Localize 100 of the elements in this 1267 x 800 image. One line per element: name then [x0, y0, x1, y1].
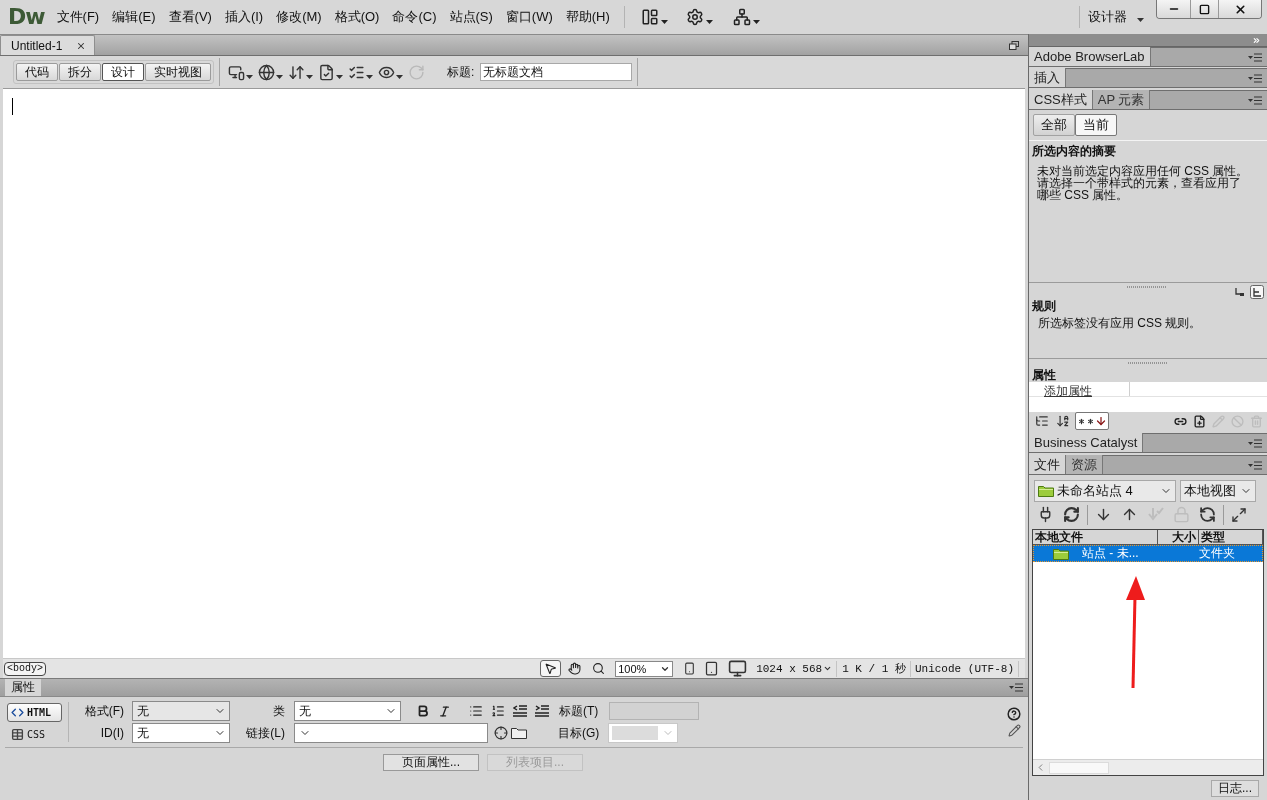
log-button[interactable]: 日志...: [1211, 779, 1259, 797]
menu-item[interactable]: 编辑(E): [112, 7, 156, 27]
up-down-arrows-icon[interactable]: [288, 63, 313, 81]
panel-menu-icon[interactable]: [1248, 460, 1262, 470]
sitemap-menu-icon[interactable]: [732, 8, 760, 26]
summary-text: 未对当前选定内容应用任何 CSS 属性。请选择一个带样式的元素，查看应用了哪些 CSS 属性。: [1037, 165, 1250, 201]
panel-menu-icon[interactable]: [1248, 52, 1262, 62]
menu-item[interactable]: 文件(F): [56, 7, 100, 27]
folder-icon[interactable]: [511, 727, 527, 739]
title-input[interactable]: 无标题文档: [480, 63, 633, 81]
panel-button[interactable]: 页面属性...: [383, 754, 479, 771]
panel-menu-icon[interactable]: [1248, 73, 1262, 83]
mode-toggle[interactable]: 当前: [1075, 114, 1117, 136]
folder-icon: [1053, 547, 1069, 560]
menu-item[interactable]: 命令(C): [392, 7, 437, 27]
panel-tab[interactable]: AP 元素: [1092, 90, 1151, 109]
expand-icon[interactable]: [1231, 506, 1247, 523]
folder-icon: [1038, 485, 1054, 497]
view-button[interactable]: 代码: [16, 63, 58, 81]
close-button[interactable]: [1219, 0, 1261, 18]
tablet-icon[interactable]: [704, 661, 720, 676]
panel-tab[interactable]: 属性: [5, 679, 41, 696]
add-property-link[interactable]: 添加属性: [1044, 384, 1092, 398]
column-header[interactable]: 大小: [1158, 530, 1199, 544]
mode-button[interactable]: HTML: [7, 703, 62, 722]
panel-menu-icon[interactable]: [1248, 95, 1262, 105]
menu-item[interactable]: 插入(I): [224, 7, 264, 27]
class-select[interactable]: 无: [294, 701, 401, 721]
panel-tab[interactable]: 文件: [1029, 455, 1066, 474]
panel-group-tab[interactable]: 插入: [1029, 68, 1066, 87]
menu-item[interactable]: 站点(S): [449, 7, 493, 27]
refresh-icon[interactable]: [1063, 506, 1080, 523]
panel-group-tab[interactable]: Adobe BrowserLab: [1029, 47, 1151, 66]
horizontal-scrollbar[interactable]: [1033, 759, 1263, 775]
panel-menu-icon[interactable]: [1009, 683, 1023, 692]
outdent-icon[interactable]: [513, 705, 527, 717]
menu-item[interactable]: 修改(M): [276, 7, 322, 27]
double-arrow-icon[interactable]: [1252, 35, 1261, 45]
new-file-icon[interactable]: [1193, 414, 1206, 428]
code-icon: [11, 706, 24, 719]
scrollbar-thumb[interactable]: [1049, 761, 1109, 774]
close-icon: [1233, 2, 1247, 16]
numbered-list-icon[interactable]: [491, 704, 505, 718]
indent-icon[interactable]: [535, 705, 549, 717]
format-select[interactable]: 无: [132, 701, 230, 721]
minimize-button[interactable]: [1157, 0, 1191, 18]
maximize-button[interactable]: [1191, 0, 1219, 18]
heading-label: 标题(T): [559, 703, 600, 720]
format-label: 格式(F): [83, 703, 124, 720]
view-select[interactable]: 本地视图: [1180, 480, 1256, 502]
layout-menu-icon[interactable]: [640, 8, 668, 26]
panel-tab[interactable]: 资源: [1066, 455, 1103, 474]
mode-toggle[interactable]: 全部: [1033, 114, 1075, 136]
file-check-icon[interactable]: [318, 63, 343, 81]
link-field[interactable]: [294, 723, 488, 743]
table-icon: [11, 728, 24, 741]
document-tab[interactable]: Untitled-1: [0, 35, 96, 55]
bold-icon[interactable]: [416, 704, 430, 718]
zoom-select[interactable]: 100%: [615, 660, 674, 677]
mode-button[interactable]: CSS: [7, 725, 62, 744]
view-button[interactable]: 拆分: [59, 63, 101, 81]
rules-text: 所选标签没有应用 CSS 规则。: [1037, 316, 1203, 330]
panel-menu-icon[interactable]: [1248, 438, 1262, 448]
panel-group-tab[interactable]: Business Catalyst: [1029, 433, 1144, 452]
close-icon[interactable]: [76, 40, 87, 51]
target-icon[interactable]: [494, 726, 508, 740]
bullet-list-icon[interactable]: [469, 704, 483, 718]
menu-item[interactable]: 窗口(W): [505, 7, 553, 27]
pointer-icon[interactable]: [540, 660, 562, 677]
restore-window-icon[interactable]: [1009, 41, 1019, 50]
monitor-icon[interactable]: [728, 659, 748, 678]
globe-icon[interactable]: [258, 63, 283, 81]
view-button[interactable]: 设计: [102, 63, 144, 81]
cascade-view-icon[interactable]: [1233, 285, 1247, 299]
class-label: 类: [272, 703, 285, 720]
id-select[interactable]: 无: [132, 723, 230, 743]
menu-item[interactable]: 查看(V): [168, 7, 212, 27]
settings-menu-icon[interactable]: [685, 8, 713, 26]
devices-icon[interactable]: [228, 63, 253, 81]
tree-view-icon[interactable]: [1250, 285, 1264, 299]
help-icon[interactable]: [1007, 707, 1021, 721]
text-cursor: [12, 98, 13, 115]
encoding-label: Unicode (UTF-8): [914, 661, 1014, 676]
site-select[interactable]: 未命名站点 4: [1034, 480, 1176, 502]
panel-tab[interactable]: CSS样式: [1029, 90, 1093, 109]
tag-selector[interactable]: <body>: [4, 661, 46, 676]
menu-item[interactable]: 格式(O): [334, 7, 380, 27]
italic-icon[interactable]: [438, 704, 451, 718]
menu-item[interactable]: 帮助(H): [565, 7, 610, 27]
edit-icon[interactable]: [1007, 724, 1021, 737]
app-logo: Dw: [8, 6, 45, 28]
file-row[interactable]: 站点 - 未... 文件夹: [1033, 545, 1263, 562]
view-button[interactable]: 实时视图: [145, 63, 211, 81]
column-header[interactable]: 类型: [1199, 530, 1263, 544]
workspace-switcher[interactable]: 设计器: [1088, 7, 1144, 27]
target-label: 目标(G): [558, 725, 601, 742]
column-header[interactable]: 本地文件: [1033, 530, 1158, 544]
phone-icon[interactable]: [683, 662, 697, 675]
sync-icon[interactable]: [1199, 506, 1216, 523]
window-size-menu[interactable]: 1024 x 568: [756, 661, 833, 676]
